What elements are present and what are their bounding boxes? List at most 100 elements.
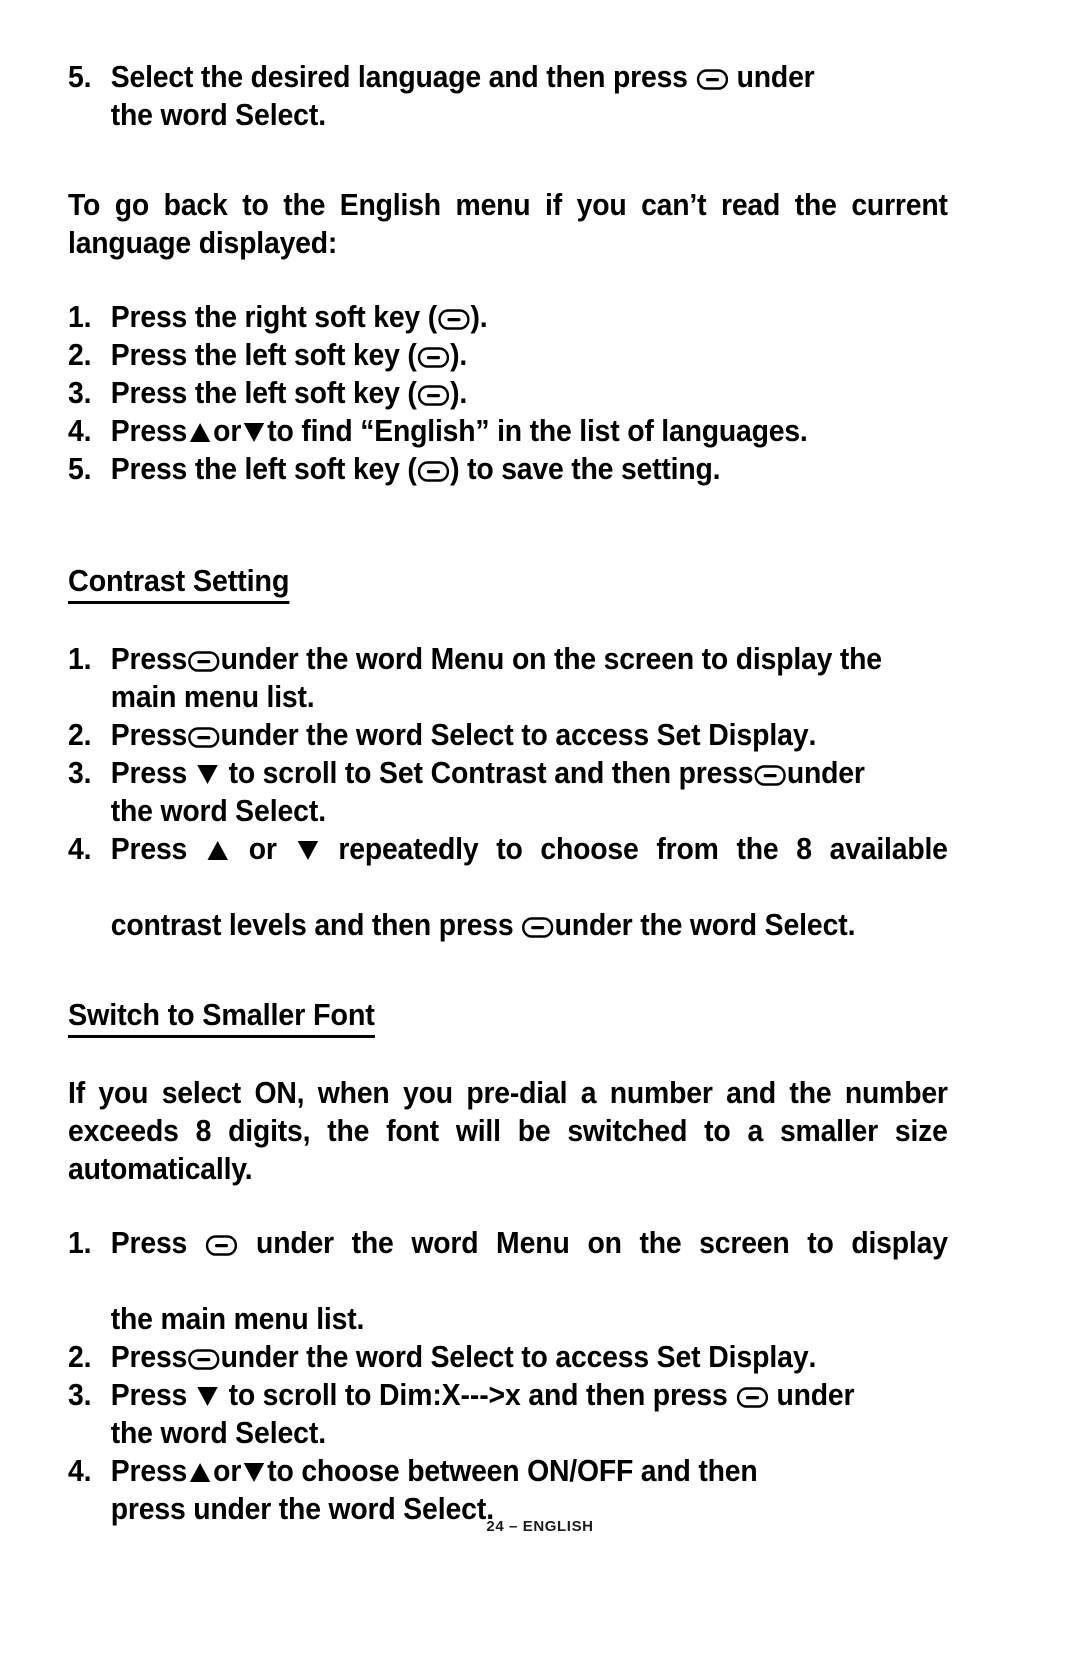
step-text: or xyxy=(213,1454,242,1488)
soft-key-icon xyxy=(205,1235,238,1256)
list-item: 2. Press under the word Select to access … xyxy=(68,716,948,754)
step-text: or xyxy=(230,832,295,866)
step-text: to choose between ON/OFF and then xyxy=(267,1454,758,1488)
step-text: repeatedly to choose from the 8 availabl… xyxy=(320,832,948,866)
step-text: Press the left soft key ( xyxy=(110,338,417,372)
step-text: under the word xyxy=(220,642,431,676)
list-item-body: Select the desired language and then pre… xyxy=(111,58,948,96)
step-text: ) to save the setting. xyxy=(450,452,721,486)
list-item: 4. Press or repeatedly to choose from th… xyxy=(68,830,948,906)
step-text: . xyxy=(808,718,817,752)
soft-key-icon xyxy=(188,727,220,748)
step-text: and then press xyxy=(546,756,754,790)
list-item-body: Press the left soft key () to save the s… xyxy=(111,450,948,488)
step-text: Press xyxy=(110,718,188,752)
emphasis-menu: Menu xyxy=(430,642,505,676)
step-text: to scroll to xyxy=(220,1378,380,1412)
list-item-body: Press under the word Select to access Set… xyxy=(111,716,948,754)
step-text: ). xyxy=(450,376,468,410)
step-text: Press the left soft key ( xyxy=(110,376,417,410)
step-text: Press xyxy=(110,1340,188,1374)
step-text: Press xyxy=(110,414,188,448)
list-item: 2. Press the left soft key (). xyxy=(68,336,948,374)
step-text: under the word xyxy=(554,908,765,942)
step-text: Press xyxy=(110,1454,188,1488)
list-item-number: 2. xyxy=(68,338,92,372)
step-text: to access xyxy=(513,1340,657,1374)
step-text: Press xyxy=(110,832,205,866)
list-item-continuation: contrast levels and then press under the… xyxy=(68,906,948,944)
step-text: ). xyxy=(470,300,488,334)
step-text: or xyxy=(213,414,242,448)
list-item-number: 1. xyxy=(68,1226,92,1260)
list-item: 5. Press the left soft key () to save th… xyxy=(68,450,948,488)
list-item-number: 1. xyxy=(68,300,92,334)
list-item-number: 3. xyxy=(68,376,92,410)
step-text: contrast levels and then press xyxy=(110,908,522,942)
step-text: Select the desired language and then pre… xyxy=(110,60,696,94)
list-item-body: Press under the word Select to access Set… xyxy=(111,1338,948,1376)
list-item-body: Press or to find “English” in the list of … xyxy=(111,412,948,450)
step-text: Press the right soft key ( xyxy=(110,300,437,334)
emphasis-dim-setting: Dim:X--->x xyxy=(379,1378,521,1412)
smaller-font-heading-wrap: Switch to Smaller Font xyxy=(68,996,948,1038)
emphasis-select: Select xyxy=(235,1416,319,1450)
step-text: to find “English” in the list of languag… xyxy=(267,414,808,448)
step-text: . xyxy=(847,908,856,942)
list-item-body: the word Select. xyxy=(111,792,948,830)
step-text: to scroll to xyxy=(220,756,380,790)
list-item-continuation: the word Select. xyxy=(68,96,948,134)
step-text: . xyxy=(318,1416,326,1450)
list-item-number: 2. xyxy=(68,718,92,752)
down-triangle-icon xyxy=(196,1385,220,1408)
soft-key-icon xyxy=(417,461,450,482)
smaller-font-paragraph: If you select ON, when you pre-dial a nu… xyxy=(68,1076,948,1186)
step-text: . xyxy=(318,794,326,828)
list-item: 5. Select the desired language and then … xyxy=(68,58,948,96)
list-item-number: 2. xyxy=(68,1340,92,1374)
list-item-body: Press to scroll to Set Contrast and then… xyxy=(111,754,948,792)
list-item-body: Press to scroll to Dim:X--->x and then p… xyxy=(111,1376,948,1414)
emphasis-select: Select xyxy=(430,718,514,752)
list-item: 3. Press to scroll to Set Contrast and t… xyxy=(68,754,948,792)
list-item: 1. Press the right soft key (). xyxy=(68,298,948,336)
step-text: on the screen to display xyxy=(569,1226,948,1260)
list-item-body: Press under the word Menu on the screen t… xyxy=(111,640,948,716)
up-triangle-icon xyxy=(206,839,230,862)
down-triangle-icon xyxy=(295,839,319,862)
step-text: Press xyxy=(110,1378,195,1412)
list-item: 4. Press or to find “English” in the list … xyxy=(68,412,948,450)
emphasis-menu: Menu xyxy=(496,1226,570,1260)
list-item: 1. Press under the word Menu on the scre… xyxy=(68,1224,948,1300)
list-item-number: 1. xyxy=(68,642,92,676)
up-triangle-icon xyxy=(188,1461,212,1484)
step-text: Press xyxy=(110,1226,205,1260)
emphasis-set-display: Set Display xyxy=(656,718,809,752)
english-menu-intro-paragraph: To go back to the English menu if you ca… xyxy=(68,188,948,260)
list-item-body: contrast levels and then press under the… xyxy=(111,906,948,944)
step-text: under xyxy=(786,756,865,790)
step-text: . xyxy=(808,1340,817,1374)
contrast-setting-heading: Contrast Setting xyxy=(68,562,289,604)
manual-page: 5. Select the desired language and then … xyxy=(0,0,1080,1669)
english-menu-step-list: 1. Press the right soft key (). 2. Press… xyxy=(68,298,948,488)
down-triangle-icon xyxy=(242,421,266,444)
emphasis-set-display: Set Display xyxy=(656,1340,809,1374)
smaller-font-step-list: 1. Press under the word Menu on the scre… xyxy=(68,1224,948,1528)
step-text: the word xyxy=(110,98,236,132)
smaller-font-heading: Switch to Smaller Font xyxy=(68,996,375,1038)
contrast-setting-heading-wrap: Contrast Setting xyxy=(68,562,948,604)
step-text: to access xyxy=(513,718,657,752)
list-item-continuation: the word Select. xyxy=(68,792,948,830)
step-text: under xyxy=(728,60,815,94)
list-item: 4. Press or to choose between ON/OFF and t… xyxy=(68,1452,948,1490)
step-text: under the word xyxy=(220,718,431,752)
up-triangle-icon xyxy=(188,421,212,444)
list-item-number: 5. xyxy=(68,452,92,486)
down-triangle-icon xyxy=(196,763,220,786)
list-item-body: Press the right soft key (). xyxy=(111,298,948,336)
list-item: 3. Press the left soft key (). xyxy=(68,374,948,412)
list-item-body: Press or repeatedly to choose from the 8… xyxy=(111,830,948,906)
list-item-body: Press under the word Menu on the screen … xyxy=(111,1224,948,1300)
soft-key-icon xyxy=(188,651,220,672)
